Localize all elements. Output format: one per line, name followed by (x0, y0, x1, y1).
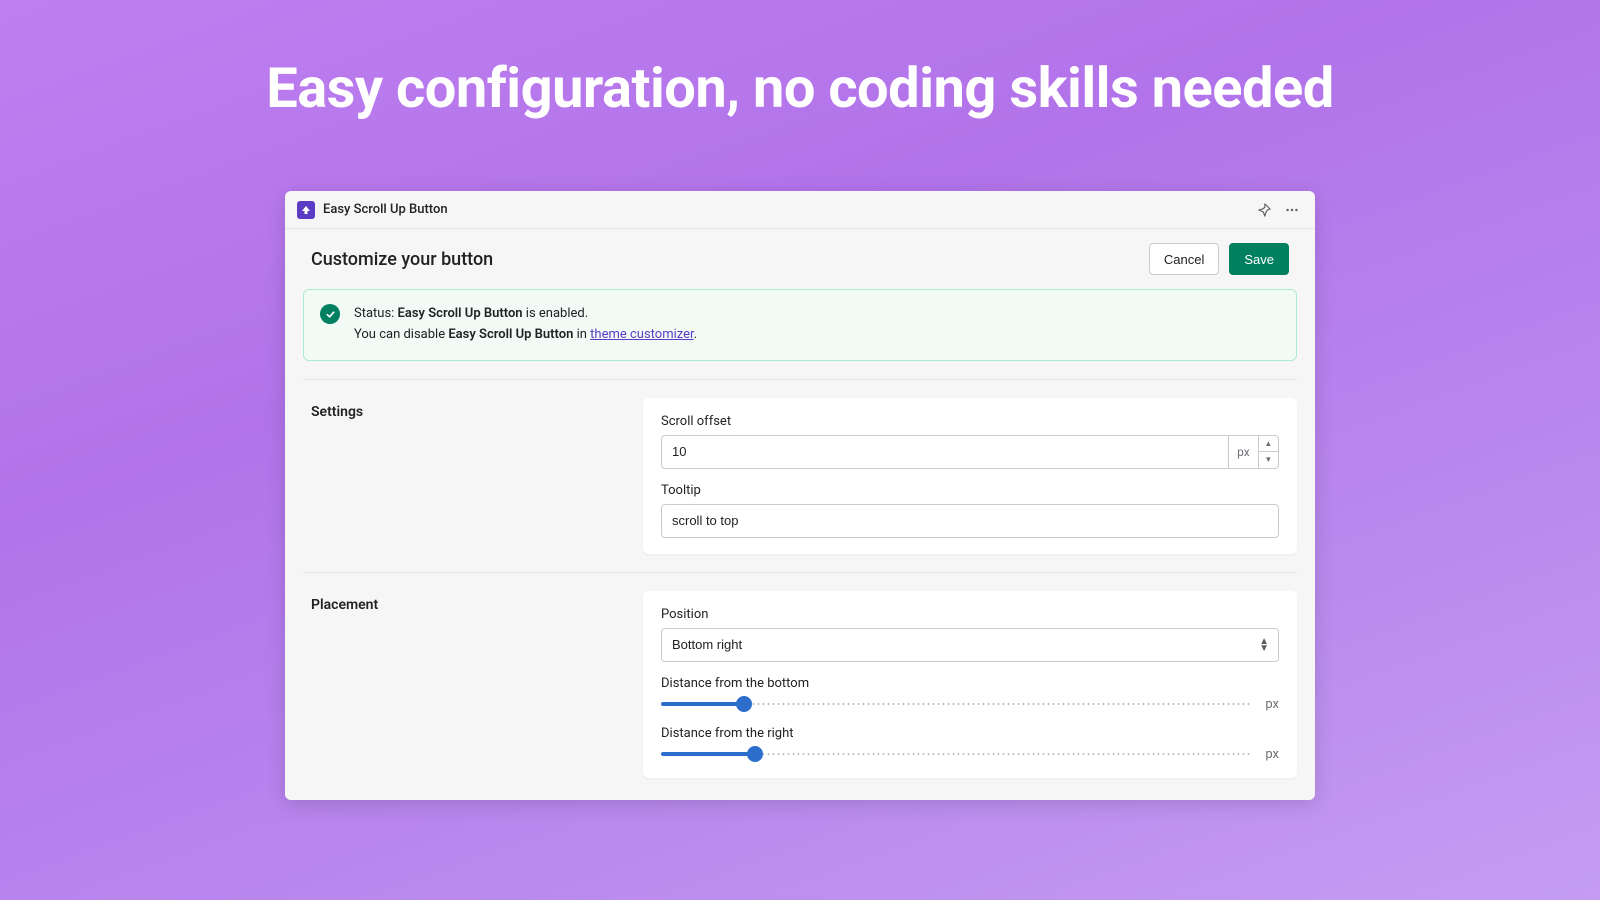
status-text: Status: Easy Scroll Up Button is enabled… (354, 304, 697, 346)
placement-section-label: Placement (303, 591, 643, 778)
app-window: Easy Scroll Up Button Customize your but… (285, 191, 1315, 800)
slider-thumb[interactable] (736, 696, 752, 712)
scroll-offset-stepper[interactable]: ▲ ▼ (1259, 435, 1279, 469)
pin-icon[interactable] (1253, 199, 1275, 221)
placement-card: Position ▲▼ Distance from the bottom px (643, 591, 1297, 778)
tooltip-label: Tooltip (661, 483, 1279, 498)
app-bar: Easy Scroll Up Button (285, 191, 1315, 229)
distance-right-unit: px (1265, 747, 1279, 762)
save-button[interactable]: Save (1229, 243, 1289, 275)
placement-section: Placement Position ▲▼ Distance from the … (303, 572, 1297, 800)
page-header: Customize your button Cancel Save (285, 229, 1315, 289)
page-title: Customize your button (311, 249, 493, 270)
check-circle-icon (320, 304, 340, 324)
tooltip-input[interactable] (661, 504, 1279, 538)
scroll-offset-label: Scroll offset (661, 414, 1279, 429)
distance-bottom-slider[interactable] (661, 702, 1251, 706)
settings-section: Settings Scroll offset px ▲ ▼ Tooltip (303, 379, 1297, 554)
stepper-up-icon[interactable]: ▲ (1259, 436, 1278, 453)
hero-headline: Easy configuration, no coding skills nee… (0, 0, 1600, 161)
settings-card: Scroll offset px ▲ ▼ Tooltip (643, 398, 1297, 554)
app-name: Easy Scroll Up Button (323, 202, 448, 217)
stepper-down-icon[interactable]: ▼ (1259, 452, 1278, 468)
status-banner: Status: Easy Scroll Up Button is enabled… (303, 289, 1297, 361)
more-icon[interactable] (1281, 199, 1303, 221)
scroll-offset-unit: px (1229, 435, 1259, 469)
distance-right-label: Distance from the right (661, 726, 1279, 741)
app-icon (297, 201, 315, 219)
distance-bottom-label: Distance from the bottom (661, 676, 1279, 691)
settings-section-label: Settings (303, 398, 643, 554)
scroll-offset-input[interactable] (661, 435, 1229, 469)
distance-bottom-unit: px (1265, 697, 1279, 712)
slider-thumb[interactable] (747, 746, 763, 762)
position-select[interactable] (661, 628, 1279, 662)
position-label: Position (661, 607, 1279, 622)
theme-customizer-link[interactable]: theme customizer (590, 327, 693, 342)
distance-right-slider[interactable] (661, 752, 1251, 756)
cancel-button[interactable]: Cancel (1149, 243, 1219, 275)
